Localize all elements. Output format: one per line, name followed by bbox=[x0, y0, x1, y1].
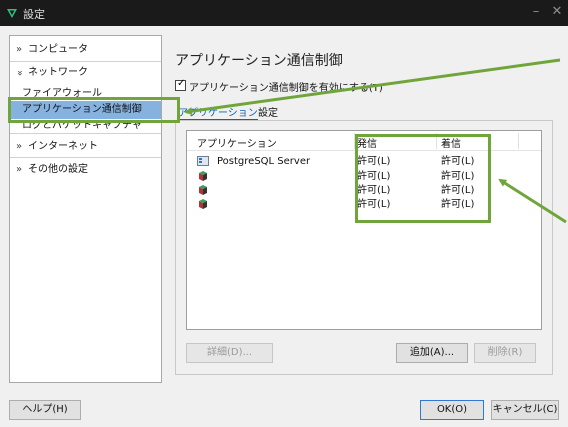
sidebar-item-label: インターネット bbox=[28, 141, 98, 152]
divider bbox=[10, 133, 161, 134]
server-app-icon bbox=[197, 156, 209, 166]
package-app-icon bbox=[199, 185, 207, 195]
divider bbox=[10, 61, 161, 62]
details-button[interactable]: 詳細(D)... bbox=[186, 343, 273, 363]
column-divider bbox=[518, 133, 519, 149]
highlight-box-permissions bbox=[355, 134, 491, 223]
checkmark-icon: ✓ bbox=[177, 78, 186, 89]
sidebar-item-internet[interactable]: » インターネット bbox=[10, 138, 161, 156]
package-app-icon bbox=[199, 171, 207, 181]
add-button[interactable]: 追加(A)... bbox=[396, 343, 468, 363]
help-button[interactable]: ヘルプ(H) bbox=[9, 400, 81, 420]
highlight-box-sidebar bbox=[8, 97, 180, 123]
app-name: PostgreSQL Server bbox=[217, 156, 311, 167]
sidebar-item-computer[interactable]: » コンピュータ bbox=[10, 41, 161, 59]
close-button[interactable]: ✕ bbox=[548, 3, 566, 21]
cancel-button[interactable]: キャンセル(C) bbox=[491, 400, 559, 420]
chevron-right-icon: » bbox=[16, 44, 23, 55]
sidebar-item-network[interactable]: » ネットワーク bbox=[10, 64, 161, 82]
ok-button[interactable]: OK(O) bbox=[420, 400, 484, 420]
checkbox-label: アプリケーション通信制御を有効にする(T) bbox=[189, 83, 383, 94]
tab-applications[interactable]: アプリケーション bbox=[178, 104, 258, 120]
chevron-right-icon: » bbox=[16, 141, 23, 152]
page-title: アプリケーション通信制御 bbox=[175, 53, 343, 69]
chevron-down-icon: » bbox=[14, 69, 26, 77]
delete-button[interactable]: 削除(R) bbox=[474, 343, 536, 363]
window-title: 設定 bbox=[23, 8, 45, 21]
divider bbox=[10, 157, 161, 158]
sidebar-item-label: その他の設定 bbox=[28, 164, 88, 175]
sidebar-item-other[interactable]: » その他の設定 bbox=[10, 161, 161, 179]
settings-sidebar: » コンピュータ » ネットワーク ファイアウォール アプリケーション通信制御 … bbox=[9, 35, 162, 383]
app-logo-icon bbox=[7, 9, 17, 18]
minimize-button[interactable]: – bbox=[527, 3, 545, 21]
column-header-application[interactable]: アプリケーション bbox=[197, 135, 277, 150]
tab-settings[interactable]: 設定 bbox=[258, 104, 278, 119]
sidebar-item-label: コンピュータ bbox=[28, 44, 88, 55]
title-bar: 設定 – ✕ bbox=[0, 0, 568, 26]
package-app-icon bbox=[199, 199, 207, 209]
sidebar-item-label: ネットワーク bbox=[28, 67, 88, 78]
chevron-right-icon: » bbox=[16, 164, 23, 175]
checkbox[interactable]: ✓ bbox=[175, 78, 186, 91]
